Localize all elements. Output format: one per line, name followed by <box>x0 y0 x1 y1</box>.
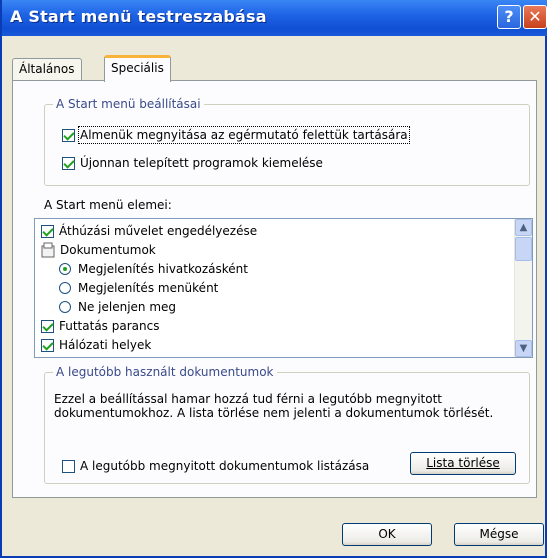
list-recent-docs-checkbox[interactable] <box>62 459 75 473</box>
ok-button[interactable]: OK <box>342 523 432 546</box>
list-scrollbar[interactable]: ▲ ▼ <box>514 219 532 357</box>
dialog-window: A Start menü testreszabása ? ✕ Általános… <box>0 0 547 558</box>
title-bar[interactable]: A Start menü testreszabása ? ✕ <box>2 0 547 36</box>
highlight-new-programs-checkbox[interactable] <box>62 156 75 170</box>
highlight-new-programs-option[interactable]: Újonnan telepített programok kiemelése <box>62 154 323 172</box>
tab-special[interactable]: Speciális <box>104 55 171 82</box>
show-as-link-radio[interactable] <box>59 263 71 275</box>
list-item[interactable]: Futtatás parancs <box>41 317 159 335</box>
list-item-label: Áthúzási művelet engedélyezése <box>59 224 258 238</box>
drag-drop-checkbox[interactable] <box>41 224 54 238</box>
settings-groupbox: A Start menü beállításai <box>44 97 530 186</box>
scroll-up-icon[interactable]: ▲ <box>515 219 532 236</box>
clear-list-button-label: Lista törlése <box>426 456 500 470</box>
list-item-label: Dokumentumok <box>60 243 156 257</box>
menu-items-listbox[interactable]: Áthúzási művelet engedélyezése Dokumentu… <box>34 218 533 358</box>
submenu-hover-checkbox[interactable] <box>62 128 75 142</box>
folder-icon <box>41 242 55 258</box>
list-item-label: Futtatás parancs <box>59 319 160 333</box>
show-as-menu-radio[interactable] <box>59 282 71 294</box>
list-item: Dokumentumok <box>41 241 156 259</box>
list-item[interactable]: Ne jelenjen meg <box>59 298 176 316</box>
window-title: A Start menü testreszabása <box>10 7 267 26</box>
tab-general[interactable]: Általános <box>12 58 82 80</box>
do-not-show-radio[interactable] <box>59 301 71 313</box>
clear-list-button[interactable]: Lista törlése <box>410 452 516 475</box>
submenu-hover-option[interactable]: Almenük megnyitása az egérmutató felettü… <box>62 126 410 144</box>
list-item[interactable]: Hálózati helyek <box>41 336 151 354</box>
list-recent-docs-label: A legutóbb megnyitott dokumentumok listá… <box>80 459 370 473</box>
list-item-label: Hálózati helyek <box>59 338 152 352</box>
recent-docs-group-legend: A legutóbb használt dokumentumok <box>53 365 277 379</box>
list-item[interactable]: Megjelenítés hivatkozásként <box>59 260 248 278</box>
settings-group-legend: A Start menü beállításai <box>53 97 204 111</box>
list-item-label: Ne jelenjen meg <box>78 300 177 314</box>
menu-items-label: A Start menü elemei: <box>44 198 172 212</box>
scroll-thumb[interactable] <box>515 237 532 261</box>
highlight-new-programs-label: Újonnan telepített programok kiemelése <box>80 156 323 170</box>
network-places-checkbox[interactable] <box>41 338 54 352</box>
list-item[interactable]: Megjelenítés menüként <box>59 279 218 297</box>
scroll-down-icon[interactable]: ▼ <box>515 340 532 357</box>
list-item-label: Megjelenítés menüként <box>78 281 219 295</box>
list-recent-docs-option[interactable]: A legutóbb megnyitott dokumentumok listá… <box>62 457 369 475</box>
list-item[interactable]: Áthúzási művelet engedélyezése <box>41 222 257 240</box>
submenu-hover-label: Almenük megnyitása az egérmutató felettü… <box>78 126 410 144</box>
list-item-label: Megjelenítés hivatkozásként <box>78 262 248 276</box>
recent-docs-description: Ezzel a beállítással hamar hozzá tud fér… <box>54 392 494 420</box>
cancel-button[interactable]: Mégse <box>454 523 544 546</box>
close-button[interactable]: ✕ <box>523 5 547 29</box>
help-button[interactable]: ? <box>497 5 521 29</box>
run-command-checkbox[interactable] <box>41 319 54 333</box>
